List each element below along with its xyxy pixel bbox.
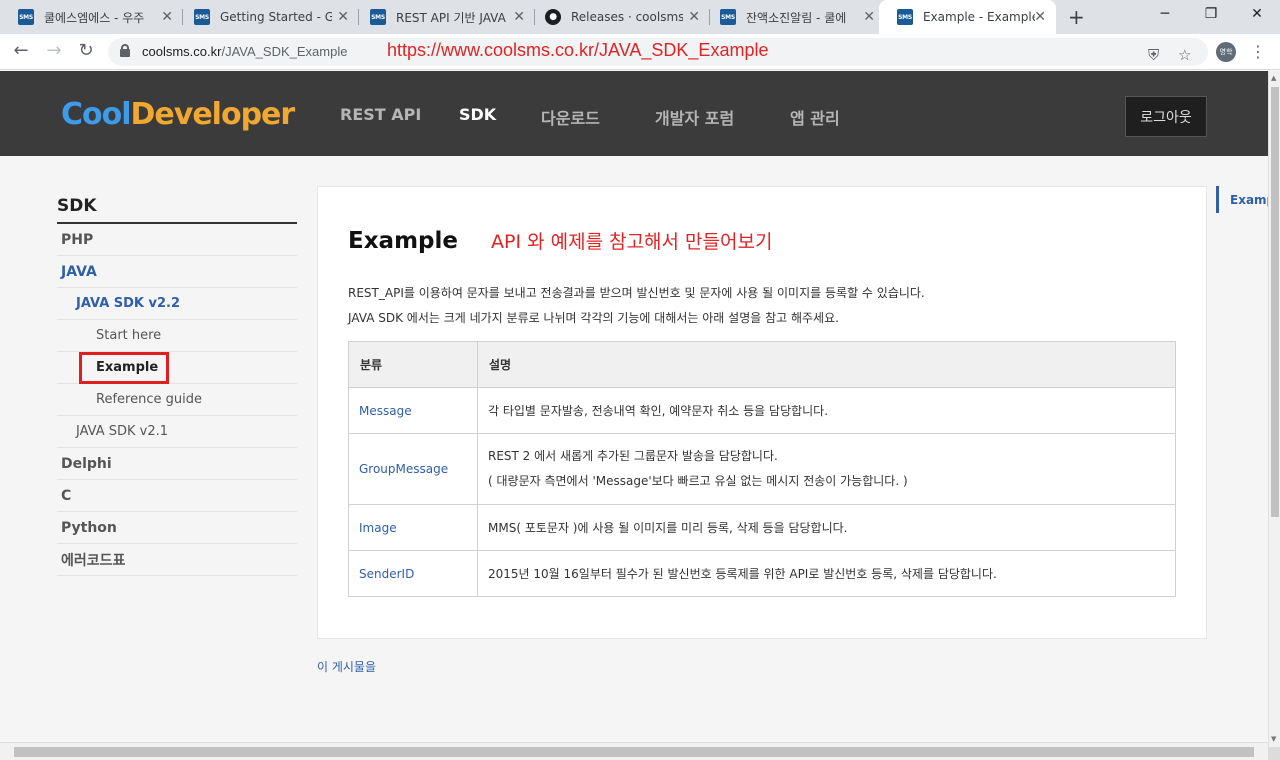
nav-download[interactable]: 다운로드 xyxy=(541,105,600,129)
browser-tab-strip: SMS 쿨에스엠에스 - 우주 ✕ SMS Getting Started - … xyxy=(0,0,1280,34)
sidebar-item-python[interactable]: Python xyxy=(57,512,297,544)
close-tab-icon[interactable]: ✕ xyxy=(1034,9,1046,25)
scrollbar-corner xyxy=(1268,747,1280,760)
logo-part-developer: Developer xyxy=(130,97,296,132)
table-header-description: 설명 xyxy=(477,341,1176,388)
table-row: Message 각 타입별 문자발송, 전송내역 확인, 예약문자 취소 등을 … xyxy=(348,387,1176,434)
site-header: CoolDeveloper REST API SDK 다운로드 개발자 포럼 앱… xyxy=(0,71,1268,156)
minimize-icon[interactable]: ─ xyxy=(1142,6,1188,22)
sms-favicon-icon: SMS xyxy=(194,9,210,25)
nav-sdk[interactable]: SDK xyxy=(459,105,496,124)
intro-line: JAVA SDK 에서는 크게 네가지 분류로 나뉘며 각각의 기능에 대해서는… xyxy=(348,311,839,325)
nav-rest-api[interactable]: REST API xyxy=(340,105,421,124)
browser-tab[interactable]: SMS 잔액소진알림 - 쿨에 ✕ xyxy=(702,0,885,34)
close-tab-icon[interactable]: ✕ xyxy=(688,9,700,25)
tab-title: Example - Example xyxy=(923,10,1035,24)
table-cell-desc-line: ( 대량문자 측면에서 'Message'보다 빠르고 유실 없는 메시지 전송… xyxy=(488,474,908,488)
sidebar-item-reference-guide[interactable]: Reference guide xyxy=(57,384,297,416)
forward-icon[interactable]: → xyxy=(42,40,66,61)
tab-title: Releases · coolsms/j xyxy=(571,10,683,24)
close-tab-icon[interactable]: ✕ xyxy=(337,9,349,25)
scroll-up-icon[interactable]: ▲ xyxy=(1271,74,1276,82)
sdk-class-table: 분류 설명 Message 각 타입별 문자발송, 전송내역 확인, 예약문자 … xyxy=(348,341,1176,597)
close-tab-icon[interactable]: ✕ xyxy=(513,9,525,25)
more-posts-link[interactable]: 이 게시물을 xyxy=(317,658,376,675)
sidebar-item-c[interactable]: C xyxy=(57,480,297,512)
browser-tab-active[interactable]: SMS Example - Example ✕ xyxy=(879,0,1056,34)
table-cell-name: SenderID xyxy=(348,550,478,597)
sidebar-item-java-sdk-v22[interactable]: JAVA SDK v2.2 xyxy=(57,288,297,320)
content-card: Example API 와 예제를 참고해서 만들어보기 REST_API를 이… xyxy=(317,186,1207,639)
sms-favicon-icon: SMS xyxy=(18,9,34,25)
tab-title: 쿨에스엠에스 - 우주 xyxy=(44,10,145,25)
title-annotation: API 와 예제를 참고해서 만들어보기 xyxy=(491,231,773,253)
back-icon[interactable]: ← xyxy=(9,40,33,61)
sidebar-item-java[interactable]: JAVA xyxy=(57,256,297,288)
reload-icon[interactable]: ↻ xyxy=(74,40,98,61)
lock-icon xyxy=(120,44,130,57)
scrollbar-thumb[interactable] xyxy=(14,747,1254,757)
table-cell-name: Image xyxy=(348,504,478,551)
logo-part-cool: Cool xyxy=(61,97,132,132)
sms-favicon-icon: SMS xyxy=(897,9,913,25)
sidebar-item-start-here[interactable]: Start here xyxy=(57,320,297,352)
table-cell-name: Message xyxy=(348,387,478,434)
github-favicon-icon: ● xyxy=(545,9,561,25)
star-icon[interactable]: ☆ xyxy=(1178,46,1191,64)
scrollbar-thumb[interactable] xyxy=(1271,87,1279,517)
nav-developer-forum[interactable]: 개발자 포럼 xyxy=(655,105,734,129)
horizontal-scrollbar[interactable] xyxy=(0,742,1268,760)
table-cell-desc: REST 2 에서 새롭게 추가된 그룹문자 발송을 담당합니다. ( 대량문자… xyxy=(477,433,1176,505)
url-host: coolsms.co.kr xyxy=(142,44,222,59)
profile-avatar[interactable]: 영학 xyxy=(1216,42,1236,62)
table-header-row: 분류 설명 xyxy=(348,341,1176,388)
tab-title: 잔액소진알림 - 쿨에 xyxy=(746,10,847,25)
close-tab-icon[interactable]: ✕ xyxy=(161,9,173,25)
browser-tab[interactable]: SMS REST API 기반 JAVA ✕ xyxy=(352,0,535,34)
table-cell-desc: MMS( 포토문자 )에 사용 될 이미지를 미리 등록, 삭제 등을 담당합니… xyxy=(477,504,1176,551)
intro-line: REST_API를 이용하여 문자를 보내고 전송결과를 받으며 발신번호 및 … xyxy=(348,286,925,300)
vertical-scrollbar[interactable]: ▲ ▼ xyxy=(1268,71,1280,747)
table-header-category: 분류 xyxy=(348,341,478,388)
table-cell-desc: 2015년 10월 16일부터 필수가 된 발신번호 등록제를 위한 API로 … xyxy=(477,550,1176,597)
page-title: Example xyxy=(348,228,458,254)
table-row: SenderID 2015년 10월 16일부터 필수가 된 발신번호 등록제를… xyxy=(348,550,1176,597)
browser-tab[interactable]: SMS Getting Started - Ge ✕ xyxy=(176,0,359,34)
url-annotation: https://www.coolsms.co.kr/JAVA_SDK_Examp… xyxy=(387,40,769,60)
shield-icon[interactable]: ⛨ xyxy=(1148,46,1159,64)
highlight-box xyxy=(79,352,169,384)
logout-button[interactable]: 로그아웃 xyxy=(1125,96,1207,137)
site-logo[interactable]: CoolDeveloper xyxy=(61,97,296,132)
scroll-down-icon[interactable]: ▼ xyxy=(1271,735,1276,743)
tab-title: Getting Started - Ge xyxy=(220,10,332,24)
tab-title: REST API 기반 JAVA xyxy=(396,10,506,25)
table-row: GroupMessage REST 2 에서 새롭게 추가된 그룹문자 발송을 … xyxy=(348,433,1176,505)
table-row: Image MMS( 포토문자 )에 사용 될 이미지를 미리 등록, 삭제 등… xyxy=(348,504,1176,551)
browser-tab[interactable]: ● Releases · coolsms/j ✕ xyxy=(527,0,710,34)
new-tab-icon[interactable]: + xyxy=(1068,5,1085,29)
table-cell-name: GroupMessage xyxy=(348,433,478,505)
sms-favicon-icon: SMS xyxy=(720,9,736,25)
table-cell-desc-line: REST 2 에서 새롭게 추가된 그룹문자 발송을 담당합니다. xyxy=(488,449,778,463)
sms-favicon-icon: SMS xyxy=(370,9,386,25)
sidebar-item-delphi[interactable]: Delphi xyxy=(57,448,297,480)
maximize-icon[interactable]: ❐ xyxy=(1188,6,1234,22)
nav-app-management[interactable]: 앱 관리 xyxy=(790,105,840,129)
close-window-icon[interactable]: ✕ xyxy=(1234,6,1280,22)
table-cell-desc: 각 타입별 문자발송, 전송내역 확인, 예약문자 취소 등을 담당합니다. xyxy=(477,387,1176,434)
toc-item-example[interactable]: Example xyxy=(1216,186,1268,213)
close-tab-icon[interactable]: ✕ xyxy=(863,9,875,25)
sidebar-item-java-sdk-v21[interactable]: JAVA SDK v2.1 xyxy=(57,416,297,448)
sidebar-item-error-codes[interactable]: 에러코드표 xyxy=(57,544,297,576)
url-text[interactable]: coolsms.co.kr/JAVA_SDK_Example xyxy=(142,44,347,59)
sidebar-title: SDK xyxy=(57,196,97,216)
url-path: /JAVA_SDK_Example xyxy=(221,44,348,59)
sidebar-item-php[interactable]: PHP xyxy=(57,224,297,256)
browser-tab[interactable]: SMS 쿨에스엠에스 - 우주 ✕ xyxy=(0,0,183,34)
menu-kebab-icon[interactable]: ⋮ xyxy=(1250,42,1266,61)
